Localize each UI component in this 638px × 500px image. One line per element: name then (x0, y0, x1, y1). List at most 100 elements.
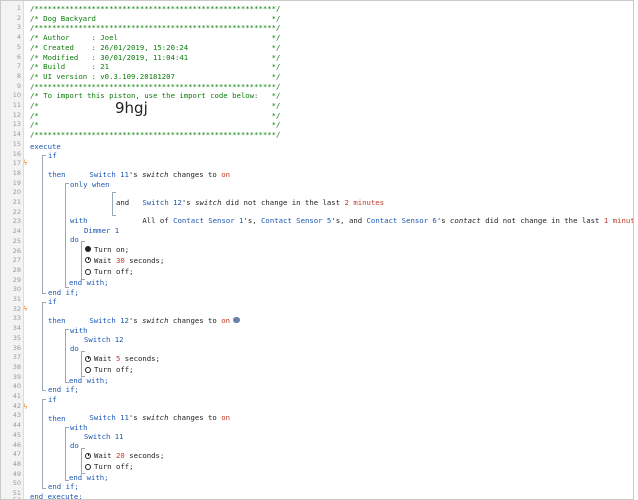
keyword-do: do (70, 235, 79, 244)
keyword-only-when: only when (70, 179, 110, 189)
line-number: 29 (12, 275, 21, 284)
line-number: 24 (12, 227, 21, 236)
line-number: 16 (12, 149, 21, 158)
line-number: 48 (12, 459, 21, 468)
comment-line: /* Build : 21 */ (30, 62, 281, 72)
comment-line: /* */ (30, 110, 281, 120)
action-turn-on[interactable]: Turn on; (85, 245, 129, 254)
condition-switch-11[interactable]: Switch 11's switch changes to on (63, 404, 230, 431)
line-number: 43 (12, 411, 21, 420)
action-turn-off[interactable]: Turn off; (85, 462, 134, 471)
comment-line: /* UI version : v0.3.109.20181207 */ (30, 71, 281, 81)
line-number: 47 (12, 450, 21, 459)
line-number: 45 (12, 430, 21, 439)
device-switch-11: Switch 11 (89, 169, 129, 179)
device-dimmer-1[interactable]: Dimmer 1 (84, 226, 119, 235)
keyword-end-with: end with; (69, 278, 109, 287)
keyword-then: then (48, 316, 66, 325)
line-number: 9 (16, 81, 21, 90)
line-number: 52 (12, 495, 21, 500)
flag-icon[interactable]: ϟ (23, 159, 29, 167)
line-number: 40 (12, 382, 21, 391)
keyword-end-if: end if; (48, 287, 79, 297)
line-number: 14 (12, 130, 21, 139)
restriction-and: and (116, 197, 130, 207)
comment-line: /* Dog Backyard */ (30, 13, 281, 23)
device-switch-12[interactable]: Switch 12 (84, 335, 124, 344)
keyword-do: do (70, 441, 79, 450)
block-bracket (42, 399, 46, 489)
line-number: 22 (12, 207, 21, 216)
line-number: 27 (12, 256, 21, 265)
line-number: 17 (12, 159, 21, 168)
circle-icon (85, 463, 91, 470)
line-number: 35 (12, 333, 21, 342)
line-number: 44 (12, 421, 21, 430)
keyword-with: with (70, 325, 88, 335)
block-bracket (65, 183, 69, 288)
line-number: 18 (12, 168, 21, 177)
comment-line: /* Created : 26/01/2019, 15:20:24 */ (30, 42, 281, 52)
line-number: 42 (12, 401, 21, 410)
keyword-with: with (70, 216, 88, 225)
comment-line: /***************************************… (30, 23, 281, 33)
line-number: 37 (12, 353, 21, 362)
line-number: 7 (16, 62, 21, 71)
circle-icon (85, 268, 91, 275)
line-number: 30 (12, 285, 21, 294)
line-number: 1 (16, 4, 21, 12)
code-editor: 1 2 3 4 5 6 7 8 9 10 11 12 13 14 15 16 1… (0, 0, 634, 500)
comment-line: /***************************************… (30, 81, 281, 91)
import-code[interactable]: 9hgj (115, 99, 148, 117)
keyword-if: if (48, 394, 57, 404)
clock-icon (85, 355, 91, 362)
line-number: 8 (16, 71, 21, 80)
comment-line: /* Modified : 30/01/2019, 11:04:41 */ (30, 52, 281, 62)
clock-icon (85, 257, 91, 263)
line-number: 15 (12, 139, 21, 148)
keyword-then: then (48, 413, 66, 423)
line-number: 23 (12, 217, 21, 226)
action-turn-off[interactable]: Turn off; (85, 365, 134, 374)
line-number: 31 (12, 295, 21, 303)
action-wait[interactable]: Wait 20 seconds; (85, 451, 164, 460)
attribute-switch: switch (142, 169, 169, 179)
info-badge-icon[interactable] (233, 317, 241, 323)
flag-icon[interactable]: ϟ (23, 403, 29, 411)
line-number: 41 (12, 392, 21, 400)
comment-line: /***************************************… (30, 4, 281, 13)
comment-line: /* */ (30, 101, 281, 110)
keyword-with: with (70, 422, 88, 432)
action-turn-off[interactable]: Turn off; (85, 267, 134, 276)
line-number: 38 (12, 362, 21, 371)
line-number: 39 (12, 372, 21, 381)
keyword-execute: execute (30, 142, 61, 151)
line-number: 11 (12, 101, 21, 109)
device-switch-11[interactable]: Switch 11 (84, 432, 124, 441)
line-number: 19 (12, 178, 21, 187)
line-number: 12 (12, 110, 21, 119)
keyword-end-with: end with; (69, 375, 109, 385)
keyword-end-with: end with; (69, 472, 109, 482)
line-number: 33 (12, 314, 21, 323)
keyword-end-if: end if; (48, 385, 79, 394)
keyword-end-execute: end execute; (30, 491, 83, 500)
action-wait[interactable]: Wait 5 seconds; (85, 354, 160, 363)
flag-icon[interactable]: ϟ (23, 305, 29, 313)
condition-switch-12[interactable]: Switch 12's switch changes to on (63, 307, 241, 334)
action-wait[interactable]: Wait 30 seconds; (85, 256, 164, 265)
line-number: 20 (12, 188, 21, 197)
line-number: 28 (12, 265, 21, 274)
line-number: 5 (16, 42, 21, 51)
line-number: 13 (12, 120, 21, 129)
clock-icon (85, 452, 91, 459)
line-number: 36 (12, 343, 21, 352)
line-number: 25 (12, 236, 21, 245)
comment-line: /* To import this piston, use the import… (30, 91, 281, 101)
line-number: 34 (12, 324, 21, 333)
keyword-if: if (48, 151, 57, 160)
line-number: 3 (16, 23, 21, 32)
block-bracket (42, 302, 46, 391)
restriction-contact-sensors[interactable]: All of Contact Sensor 1's, Contact Senso… (116, 207, 633, 234)
line-number: 6 (16, 52, 21, 61)
